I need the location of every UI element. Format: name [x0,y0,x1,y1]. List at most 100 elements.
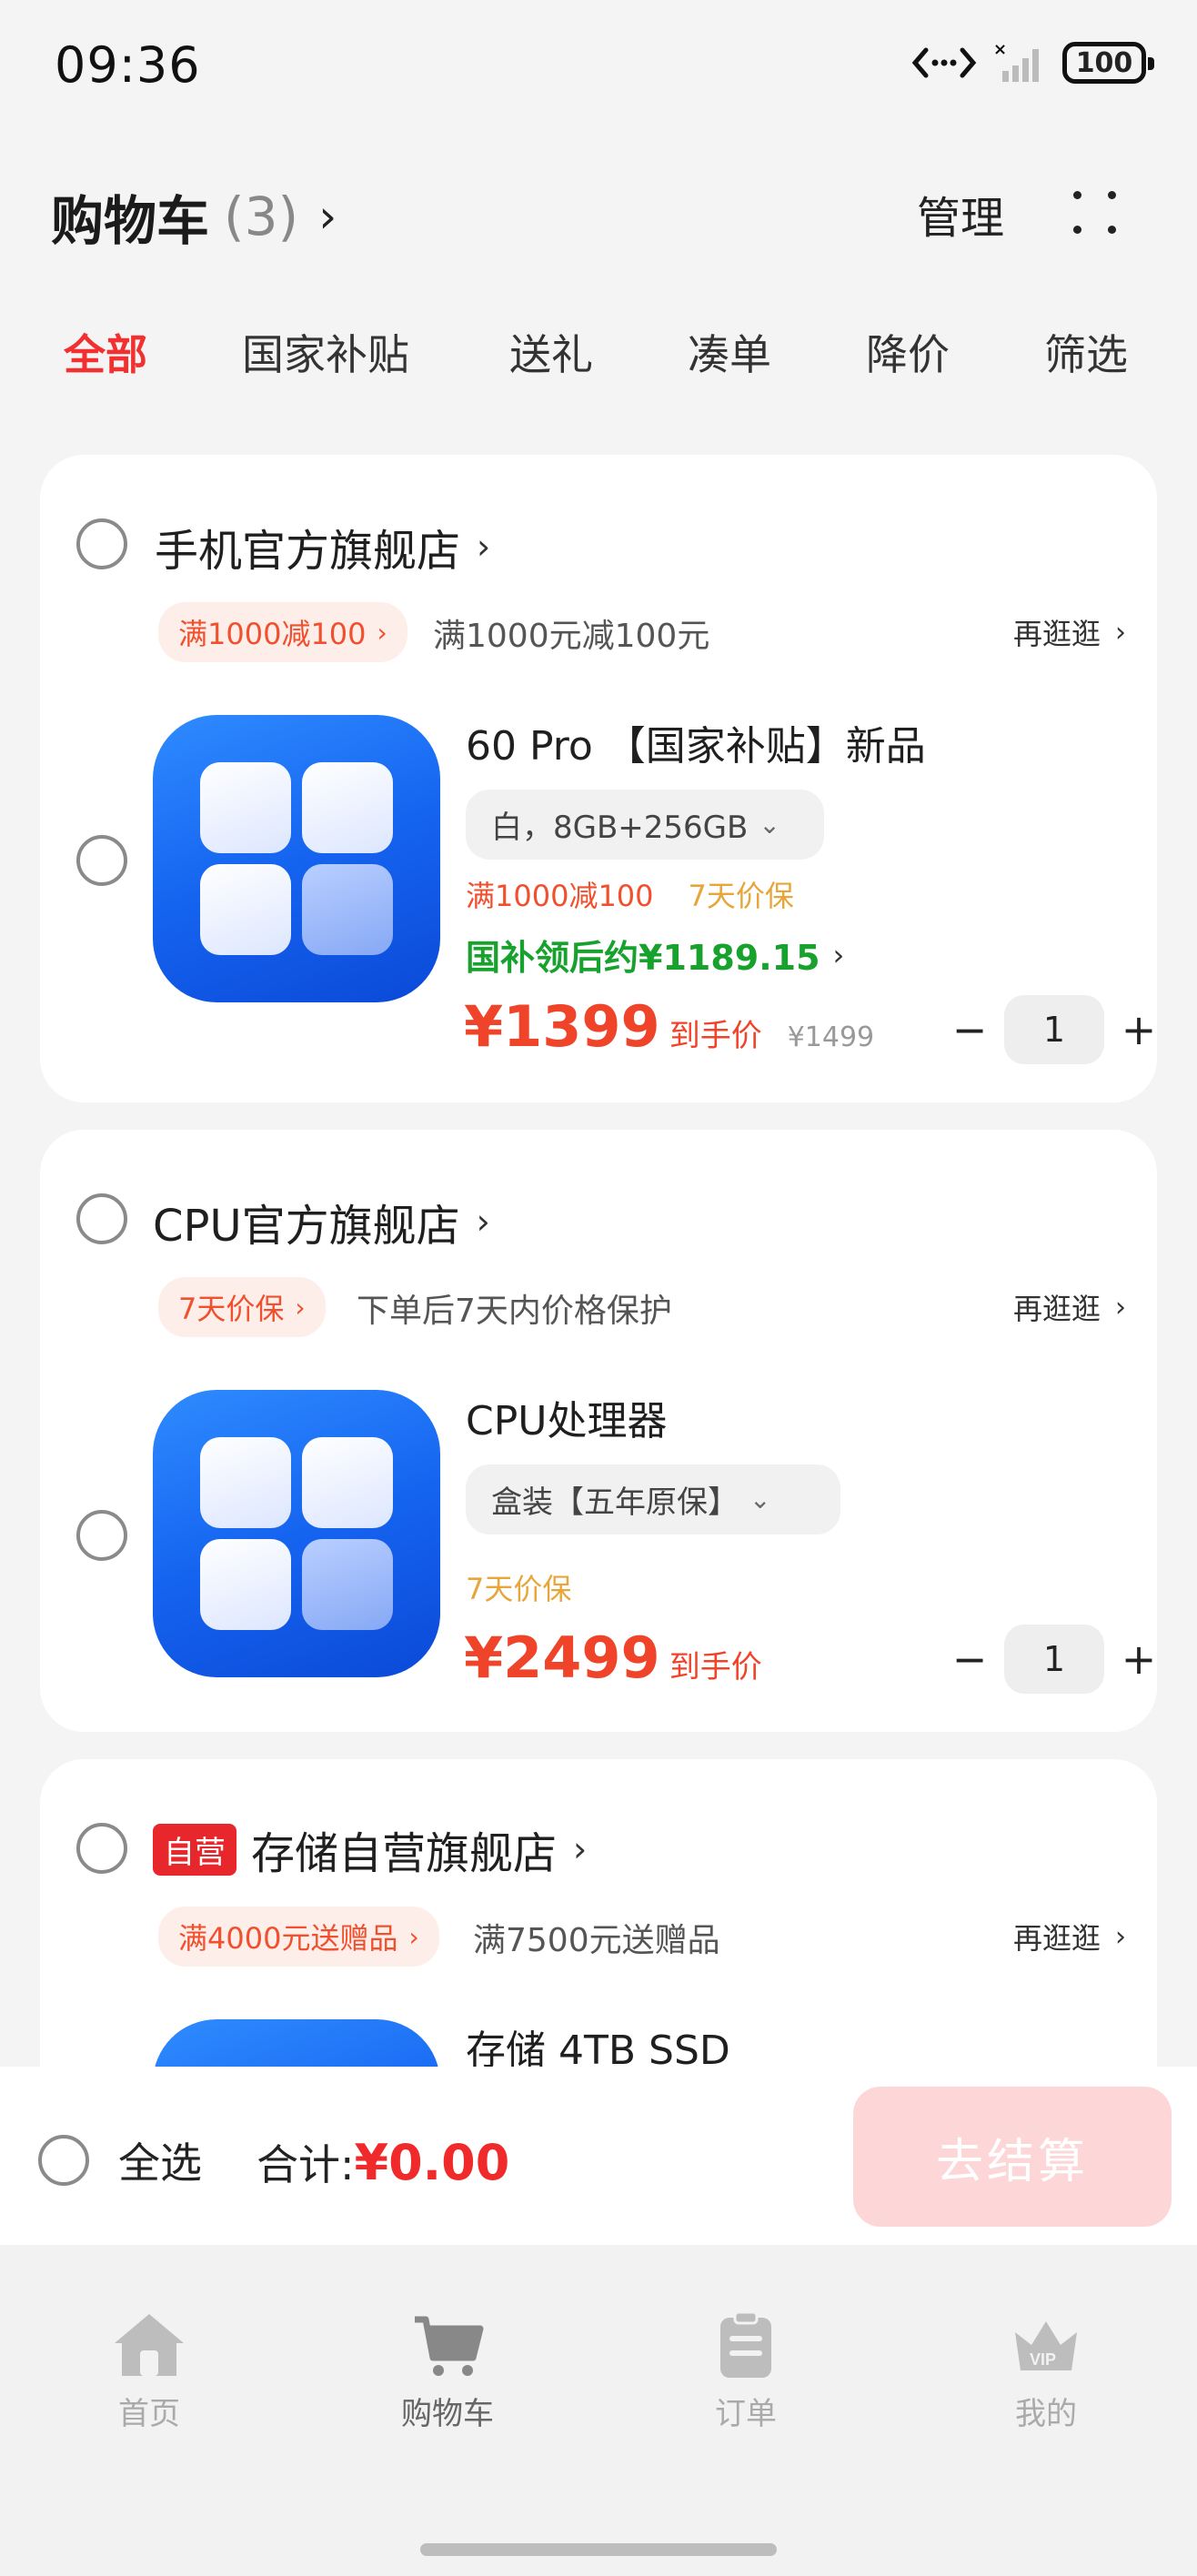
gov-subsidy-text: 国补领后约¥1189.15 [466,938,820,978]
nav-orders-label: 订单 [715,2396,777,2432]
tab-filter[interactable]: 筛选 [1044,322,1128,382]
chevron-down-icon: ⌄ [749,1484,771,1514]
browse-label: 再逛逛 [1012,617,1101,651]
nav-orders[interactable]: 订单 [655,2310,837,2433]
increase-button[interactable]: + [1117,1005,1157,1054]
select-all-label: 全选 [118,2138,202,2188]
tab-add-on[interactable]: 凑单 [688,322,771,382]
promo-tag[interactable]: 7天价保 › [158,1277,326,1337]
product-promos: 满1000减100 7天价保 [466,873,794,915]
chevron-right-icon: › [477,527,491,567]
shop-select-radio[interactable] [76,1193,127,1244]
price-note: 到手价 [669,1018,762,1054]
quantity-value[interactable]: 1 [1004,995,1104,1064]
checkout-button[interactable]: 去结算 [853,2087,1172,2227]
quantity-stepper: − 1 + [948,1625,1157,1694]
more-menu-icon[interactable] [1070,187,1121,238]
promo-price-protect: 7天价保 [466,1572,572,1606]
cart-count: (3) [224,186,299,247]
decrease-button[interactable]: − [948,1005,991,1054]
product-promos: 7天价保 [466,1566,571,1608]
nav-home-label: 首页 [118,2396,180,2432]
shop-name-link[interactable]: 手机官方旗舰店 › [155,515,490,579]
promo-description: 满1000元减100元 [433,618,710,655]
chevron-right-icon: › [1115,616,1126,649]
home-icon [115,2314,184,2376]
total: 合计:¥0.00 [256,2132,509,2192]
promo-tag[interactable]: 满1000减100 › [158,602,407,662]
chevron-right-icon: › [1115,1291,1126,1323]
chevron-right-icon: › [377,617,387,648]
nav-cart[interactable]: 购物车 [357,2310,538,2433]
price-row: ¥2499 到手价 [464,1625,762,1691]
shop-name-link[interactable]: CPU官方旗舰店 › [153,1190,490,1253]
price-note: 到手价 [669,1649,762,1685]
nav-profile-label: 我的 [1015,2396,1077,2432]
shop-select-radio[interactable] [76,518,127,569]
product-name[interactable]: CPU处理器 [466,1388,667,1446]
final-price: ¥2499 [464,1625,660,1691]
promo-description: 下单后7天内价格保护 [357,1293,672,1330]
total-label: 合计: [256,2140,355,2189]
item-select-radio[interactable] [76,835,127,886]
home-indicator [420,2543,777,2556]
promo-tag-label: 7天价保 [178,1292,285,1326]
svg-text:×: × [993,42,1007,59]
tab-all[interactable]: 全部 [64,322,147,382]
total-amount: ¥0.00 [354,2134,510,2191]
chevron-right-icon: › [295,1292,306,1323]
spec-selector[interactable]: 盒装【五年原保】 ⌄ [466,1464,840,1535]
promo-tag-label: 满1000减100 [178,617,367,651]
chevron-right-icon: › [573,1829,588,1869]
promo-tag-label: 满4000元送赠品 [178,1921,398,1956]
decrease-button[interactable]: − [948,1635,991,1684]
browse-more-link[interactable]: 再逛逛 › [1013,611,1126,653]
browse-label: 再逛逛 [1012,1921,1101,1956]
signal-icon: × [993,42,1039,82]
bottom-nav: 首页 购物车 订单 VIP 我的 [0,2245,1197,2576]
vip-crown-icon: VIP [1015,2321,1077,2370]
spec-label: 盒装【五年原保】 [491,1484,739,1521]
shop-name: 手机官方旗舰店 [155,526,461,577]
page-title[interactable]: 购物车 (3) › [51,178,337,255]
select-all[interactable]: 全选 [38,2130,202,2190]
shop-card: 手机官方旗舰店 › 满1000减100 › 满1000元减100元 再逛逛 › 60 … [40,455,1157,1102]
chevron-right-icon: › [318,190,337,243]
increase-button[interactable]: + [1117,1635,1157,1684]
quantity-value[interactable]: 1 [1004,1625,1104,1694]
shop-card: CPU官方旗舰店 › 7天价保 › 下单后7天内价格保护 再逛逛 › CPU处理器 盒… [40,1130,1157,1732]
gov-subsidy-link[interactable]: 国补领后约¥1189.15 › [466,930,844,980]
browse-more-link[interactable]: 再逛逛 › [1013,1286,1126,1328]
chevron-right-icon: › [408,1921,419,1952]
shop-name-link[interactable]: 自营 存储自营旗舰店 › [153,1817,587,1881]
cart-icon [415,2316,484,2376]
promo-price-protect: 7天价保 [688,879,794,913]
promo-tag[interactable]: 满4000元送赠品 › [158,1907,439,1967]
shop-select-radio[interactable] [76,1823,127,1874]
self-operated-badge: 自营 [153,1823,236,1876]
promo-discount: 满1000减100 [466,879,654,913]
product-image[interactable] [153,1390,440,1677]
checkout-bar: 全选 合计:¥0.00 去结算 [0,2067,1197,2245]
product-name[interactable]: 60 Pro 【国家补贴】新品 [466,713,926,771]
select-all-radio[interactable] [38,2135,89,2186]
product-image[interactable] [153,715,440,1002]
original-price: ¥1499 [787,1021,875,1053]
chevron-right-icon: › [832,937,845,972]
page-title-text: 购物车 [51,190,210,252]
final-price: ¥1399 [464,993,660,1060]
manage-button[interactable]: 管理 [917,182,1004,246]
tab-gift[interactable]: 送礼 [509,322,593,382]
nav-profile[interactable]: VIP 我的 [955,2310,1137,2433]
filter-tabs: 全部 国家补贴 送礼 凑单 降价 筛选 [0,322,1197,386]
nav-cart-label: 购物车 [401,2396,494,2432]
promo-description: 满7500元送赠品 [473,1922,720,1959]
battery-icon: 100 [1062,42,1154,84]
nav-home[interactable]: 首页 [58,2310,240,2433]
tab-national-subsidy[interactable]: 国家补贴 [242,322,409,382]
chevron-down-icon: ⌄ [759,810,780,840]
browse-more-link[interactable]: 再逛逛 › [1013,1916,1126,1957]
spec-selector[interactable]: 白，8GB+256GB ⌄ [466,790,824,860]
tab-price-drop[interactable]: 降价 [866,322,950,382]
item-select-radio[interactable] [76,1510,127,1561]
